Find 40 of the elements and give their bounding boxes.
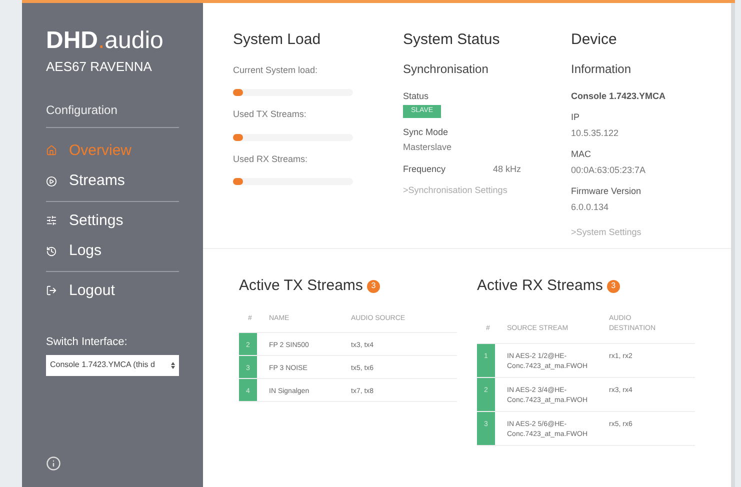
nav-icon — [46, 176, 57, 187]
nav-item[interactable]: Logout — [46, 276, 179, 306]
section-title: Device — [571, 30, 618, 50]
nav-icon — [46, 285, 57, 296]
count-badge: 3 — [606, 280, 620, 293]
subsection-title: Information — [571, 60, 632, 78]
meter-label: Used TX Streams: — [233, 108, 308, 121]
field-value: Masterslave — [403, 141, 453, 154]
field-value: 48 kHz — [493, 162, 522, 176]
interface-select[interactable]: Console 1.7423.YMCA (this d — [46, 354, 179, 376]
nav-icon — [46, 246, 57, 257]
nav-item[interactable]: Settings — [46, 206, 179, 236]
field-label: IP — [571, 111, 581, 124]
brand-logo: DHD.audio — [46, 29, 164, 53]
section-title: System Status — [403, 30, 501, 50]
meter-label: Used RX Streams: — [233, 152, 309, 166]
field-value: 6.0.0.134 — [571, 200, 610, 214]
field-label: Status — [403, 90, 430, 102]
nav-item[interactable]: Streams — [46, 166, 179, 196]
product-name: AES67 RAVENNA — [46, 58, 153, 76]
section-title: Active RX Streams — [477, 276, 603, 296]
section-title: System Load — [233, 30, 322, 50]
field-label: MAC — [571, 148, 592, 161]
nav-item[interactable]: Logs — [46, 236, 179, 266]
nav-icon — [46, 215, 57, 226]
field-label: Sync Mode — [403, 126, 450, 139]
updown-icon — [171, 362, 175, 368]
field-value: 10.5.35.122 — [571, 126, 620, 140]
field-label: Firmware Version — [571, 185, 642, 198]
switch-label: Switch Interface: — [46, 335, 128, 350]
section-title: Active TX Streams — [239, 276, 363, 296]
count-badge: 3 — [366, 280, 380, 293]
section-label: Configuration — [46, 102, 118, 118]
nav-icon — [46, 145, 57, 156]
info-icon[interactable] — [46, 456, 61, 471]
field-label: Frequency — [403, 162, 447, 176]
meter-label: Current System load: — [233, 64, 319, 77]
subsection-title: Synchronisation — [403, 60, 490, 78]
device-name: Console 1.7423.YMCA — [571, 90, 666, 102]
field-value: 00:0A:63:05:23:7A — [571, 164, 647, 176]
